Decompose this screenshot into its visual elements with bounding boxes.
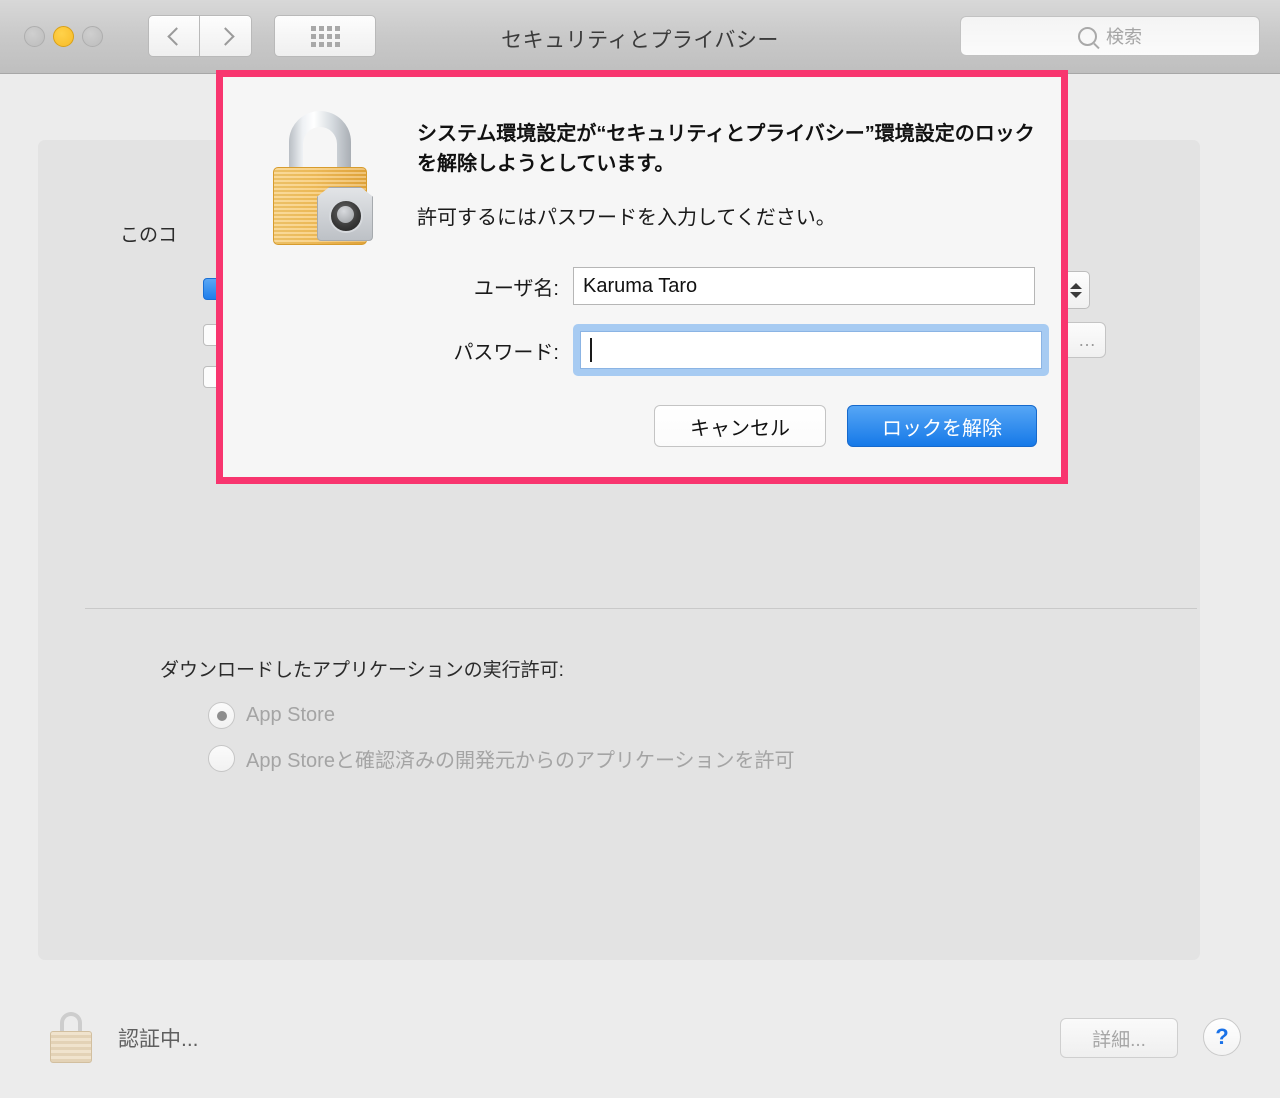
gatekeeper-label: ダウンロードしたアプリケーションの実行許可: xyxy=(160,660,564,681)
lock-body xyxy=(50,1031,92,1063)
authentication-dialog: システム環境設定が“セキュリティとプライバシー”環境設定のロックを解除しようとし… xyxy=(223,77,1061,477)
status-text: 認証中... xyxy=(118,1028,199,1051)
gatekeeper-option-label: App Storeと確認済みの開発元からのアプリケーションを許可 xyxy=(246,750,795,772)
lock-closed-icon[interactable] xyxy=(50,1012,92,1063)
radio-unselected-icon xyxy=(208,745,235,772)
username-row: ユーザ名: Karuma Taro xyxy=(417,267,1035,305)
auth-sheet-highlight: システム環境設定が“セキュリティとプライバシー”環境設定のロックを解除しようとし… xyxy=(216,70,1068,484)
search-icon xyxy=(1078,26,1097,46)
gatekeeper-option-identified-developers[interactable]: App Storeと確認済みの開発元からのアプリケーションを許可 xyxy=(208,744,795,773)
radio-selected-icon xyxy=(208,702,235,729)
text-caret xyxy=(590,338,592,362)
search-input[interactable]: 検索 xyxy=(960,16,1260,56)
advanced-button[interactable]: 詳細... xyxy=(1060,1018,1178,1058)
dialog-button-row: キャンセル ロックを解除 xyxy=(654,405,1037,447)
search-placeholder: 検索 xyxy=(1106,27,1142,47)
padlock-keyhole xyxy=(329,199,363,233)
password-field[interactable] xyxy=(580,331,1042,369)
password-row: パスワード: xyxy=(417,324,1049,376)
unlock-button[interactable]: ロックを解除 xyxy=(847,405,1037,447)
username-label: ユーザ名: xyxy=(473,277,559,300)
gatekeeper-option-app-store[interactable]: App Store xyxy=(208,702,335,729)
dialog-subheading: 許可するにはパスワードを入力してください。 xyxy=(417,207,836,229)
password-focus-ring xyxy=(573,324,1049,376)
window-titlebar: セキュリティとプライバシー 検索 xyxy=(0,0,1280,74)
password-label: パスワード: xyxy=(453,341,559,364)
gatekeeper-option-label: App Store xyxy=(246,704,335,726)
cancel-button[interactable]: キャンセル xyxy=(654,405,826,447)
username-field[interactable]: Karuma Taro xyxy=(573,267,1035,305)
panel-description-text: このコ xyxy=(120,225,178,246)
padlock-icon xyxy=(265,111,375,245)
help-button[interactable]: ? xyxy=(1203,1018,1241,1056)
stepper-up-icon xyxy=(1070,282,1082,289)
dialog-heading: システム環境設定が“セキュリティとプライバシー”環境設定のロックを解除しようとし… xyxy=(417,123,1035,176)
stepper-down-icon xyxy=(1070,291,1082,298)
section-divider xyxy=(85,608,1197,609)
